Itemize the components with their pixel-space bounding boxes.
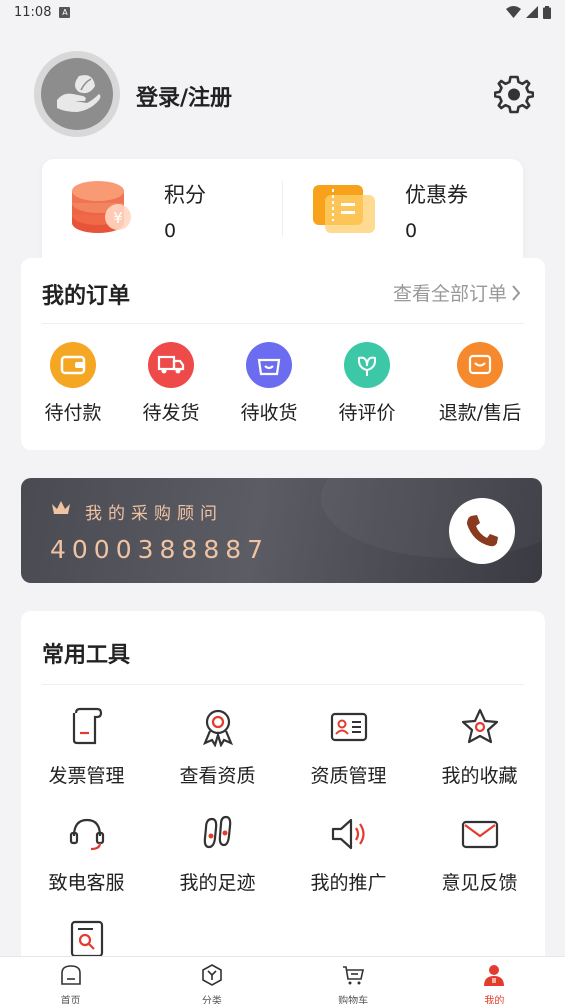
tab-mine[interactable]: 我的	[424, 957, 565, 1004]
coupon-entry[interactable]: 优惠券 0	[283, 159, 523, 259]
purchase-advisor-banner: 我的采购顾问 4000388887	[21, 478, 542, 583]
tab-label: 购物车	[338, 996, 369, 1004]
tools-title: 常用工具	[42, 643, 131, 668]
tool-label: 致电客服	[48, 872, 125, 894]
star-icon	[461, 708, 498, 744]
advisor-title: 我的采购顾问	[85, 504, 223, 524]
tool-label: 我的收藏	[441, 765, 518, 787]
view-all-orders-label: 查看全部订单	[392, 283, 507, 305]
tab-home[interactable]: 首页	[0, 957, 141, 1004]
divider	[42, 684, 524, 685]
basket-icon	[257, 358, 281, 376]
flower-icon	[357, 356, 377, 376]
tab-label: 分类	[201, 996, 222, 1004]
mail-icon	[461, 820, 498, 849]
order-label: 待收货	[240, 402, 298, 424]
order-pending-shipment[interactable]: 待发货	[122, 342, 220, 425]
order-refund-aftersale[interactable]: 退款/售后	[431, 342, 529, 425]
svg-text:¥: ¥	[113, 209, 123, 227]
avatar[interactable]	[34, 51, 120, 137]
tool-qualification-management[interactable]: 资质管理	[283, 707, 414, 788]
tool-feedback[interactable]: 意见反馈	[414, 814, 545, 895]
tool-label: 资质管理	[310, 765, 387, 787]
coupon-value: 0	[405, 220, 418, 242]
tool-call-support[interactable]: 致电客服	[21, 814, 152, 895]
status-time: 11:08	[14, 4, 52, 20]
points-entry[interactable]: ¥ 积分 0	[42, 159, 282, 259]
tool-my-footprints[interactable]: 我的足迹	[152, 814, 283, 895]
tool-label: 查看资质	[179, 765, 256, 787]
tab-label: 首页	[60, 996, 81, 1004]
tool-label: 发票管理	[48, 765, 125, 787]
tool-my-favorites[interactable]: 我的收藏	[414, 707, 545, 788]
notification-icon: A	[59, 6, 71, 18]
signal-icon	[526, 6, 538, 18]
tab-cart[interactable]: 购物车	[283, 957, 424, 1004]
order-label: 待发货	[142, 402, 200, 424]
phone-icon	[467, 515, 498, 547]
divider	[42, 323, 524, 324]
headset-icon	[69, 818, 104, 851]
tab-label: 我的	[484, 996, 505, 1004]
wifi-icon	[506, 6, 521, 18]
coupon-icon	[313, 185, 375, 233]
gear-icon[interactable]	[494, 74, 534, 114]
bottom-tab-bar: 首页 分类 购物车 我的	[0, 956, 565, 1004]
tool-label: 我的推广	[310, 872, 387, 894]
battery-icon	[543, 5, 551, 19]
order-pending-review[interactable]: 待评价	[318, 342, 416, 425]
search-document-icon	[70, 920, 103, 958]
advisor-phone-number: 4000388887	[50, 535, 270, 564]
wallet-icon	[60, 355, 86, 375]
crown-icon	[52, 501, 70, 514]
chevron-right-icon	[512, 284, 521, 301]
tool-invoice-management[interactable]: 发票管理	[21, 707, 152, 788]
cart-icon	[343, 966, 365, 985]
tools-card: 常用工具 发票管理 查看资质 资质管理 我的收藏 致电客服 我的足迹 我的推广 …	[21, 611, 545, 971]
coupon-label: 优惠券	[405, 183, 468, 207]
tab-category[interactable]: 分类	[141, 957, 282, 1004]
order-pending-payment[interactable]: 待付款	[24, 342, 122, 425]
login-register-link[interactable]: 登录/注册	[136, 80, 232, 112]
points-card: ¥ 积分 0 优惠券 0	[42, 159, 523, 259]
megaphone-icon	[331, 818, 365, 850]
tool-my-promotion[interactable]: 我的推广	[283, 814, 414, 895]
order-label: 待付款	[44, 402, 102, 424]
view-all-orders-link[interactable]: 查看全部订单	[393, 279, 521, 306]
order-pending-receipt[interactable]: 待收货	[220, 342, 318, 425]
truck-icon	[157, 355, 185, 374]
orders-card: 我的订单 查看全部订单 待付款 待发货 待收货 待评价 退款/售后	[21, 258, 545, 450]
orders-title: 我的订单	[42, 284, 131, 309]
tool-label: 我的足迹	[179, 872, 256, 894]
receipt-icon	[72, 707, 102, 745]
user-icon	[484, 965, 505, 986]
category-icon	[202, 964, 222, 986]
tool-label: 意见反馈	[441, 872, 518, 894]
order-label: 退款/售后	[438, 402, 522, 424]
call-advisor-button[interactable]	[449, 498, 515, 564]
refund-icon	[468, 354, 492, 375]
coins-icon: ¥	[72, 181, 131, 233]
order-label: 待评价	[338, 402, 396, 424]
id-card-icon	[330, 712, 367, 742]
points-label: 积分	[164, 183, 206, 207]
badge-icon	[202, 709, 233, 748]
status-bar: 11:08 A	[0, 0, 565, 24]
points-value: 0	[164, 220, 177, 242]
tool-view-qualifications[interactable]: 查看资质	[152, 707, 283, 788]
footprint-icon	[203, 815, 231, 849]
home-icon	[60, 965, 81, 985]
hand-leaf-icon	[57, 75, 101, 112]
